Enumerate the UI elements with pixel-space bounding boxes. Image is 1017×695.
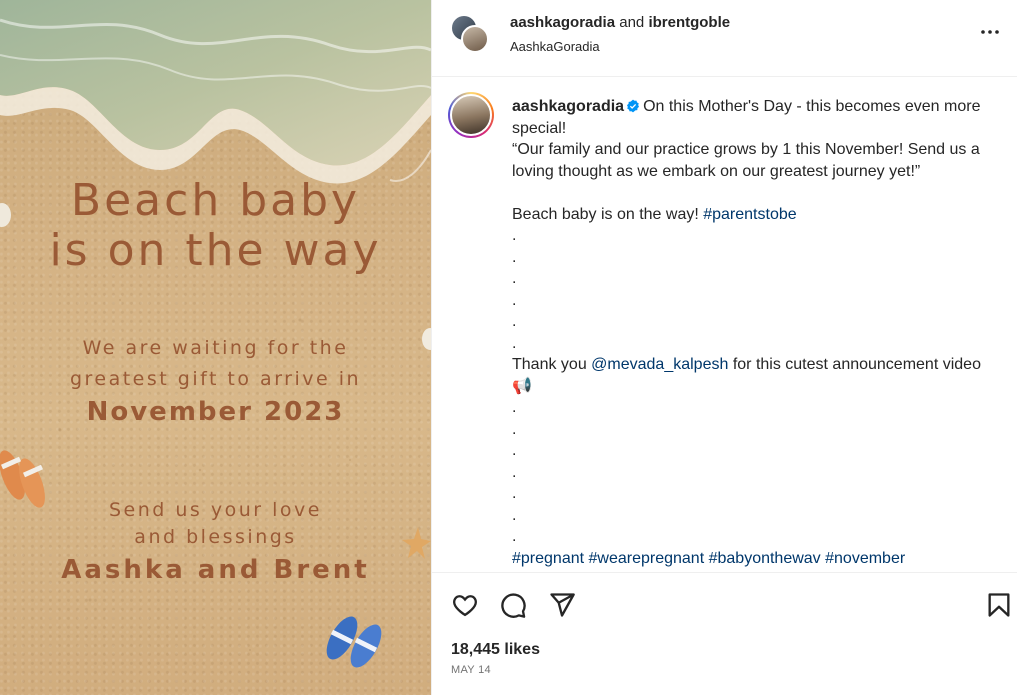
avatar[interactable] [448, 92, 494, 138]
collab-avatars[interactable] [450, 14, 494, 58]
heart-icon[interactable] [451, 591, 479, 619]
couple-names: Aashka and Brent [61, 555, 370, 585]
hashtags-link[interactable]: #pregnant #wearepregnant #babyonthewav #… [512, 550, 905, 567]
caption-dots: . . . . . . [512, 227, 517, 352]
caption-area[interactable]: aashkagoradia On this Mother's Day - this… [432, 77, 1017, 572]
seashell-icon-right [422, 328, 431, 350]
waiting-line-1: We are waiting for the [82, 337, 349, 359]
post-panel: aashkagoradia and ibrentgoble AashkaGora… [431, 0, 1017, 695]
month-year: November 2023 [86, 397, 345, 427]
send-line-1: Send us your love [109, 499, 322, 521]
likes-count[interactable]: 18,445 likes [451, 641, 540, 659]
action-bar: 18,445 likes MAY 14 [432, 572, 1017, 695]
hashtag-link[interactable]: #parentstobe [703, 206, 796, 223]
username-link[interactable]: ibrentgoble [648, 14, 730, 31]
bookmark-icon[interactable] [985, 591, 1013, 619]
more-icon[interactable] [978, 20, 1002, 44]
mention-link[interactable]: @mevada_kalpesh [591, 356, 728, 373]
waiting-line-2: greatest gift to arrive in [69, 368, 362, 390]
verified-badge-icon [627, 99, 640, 113]
caption-quote: “Our family and our practice grows by 1 … [512, 141, 985, 180]
post-media[interactable]: Beach baby is on the way We are waiting … [0, 0, 431, 695]
collab-usernames: aashkagoradia and ibrentgoble [510, 14, 730, 31]
post-header: aashkagoradia and ibrentgoble AashkaGora… [432, 0, 1017, 77]
caption-thanks-prefix: Thank you [512, 356, 592, 373]
and-text: and [615, 14, 649, 31]
share-icon[interactable] [548, 591, 576, 619]
comment-icon[interactable] [499, 591, 527, 619]
blue-sandals-icon [326, 616, 382, 668]
avatar[interactable] [461, 25, 489, 53]
starfish-icon [402, 527, 431, 559]
caption-beach-text: Beach baby is on the way! [512, 205, 704, 223]
orange-sandals-icon [0, 450, 45, 508]
caption-text: aashkagoradia On this Mother's Day - this… [512, 96, 1002, 569]
seashell-icon [0, 203, 11, 227]
username-link[interactable]: aashkagoradia [510, 14, 615, 31]
post-date[interactable]: MAY 14 [451, 664, 491, 676]
headline-line-1: Beach baby [70, 175, 361, 226]
headline-line-2: is on the way [49, 225, 382, 276]
send-line-2: and blessings [134, 526, 297, 548]
caption-dots: . . . . . . . [512, 399, 517, 545]
caption-username[interactable]: aashkagoradia [512, 98, 624, 115]
audio-subtitle[interactable]: AashkaGoradia [510, 39, 600, 54]
